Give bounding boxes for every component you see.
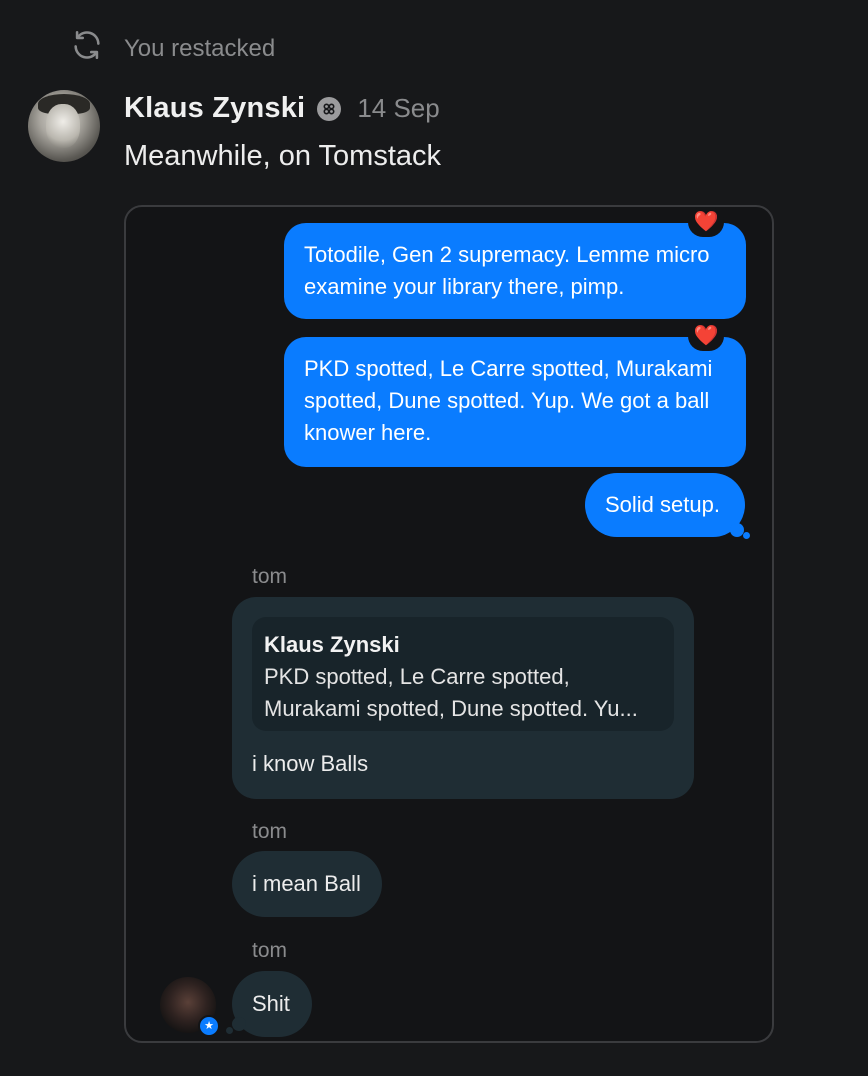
bubble-tail xyxy=(232,1017,246,1031)
chat-screenshot-card[interactable]: Totodile, Gen 2 supremacy. Lemme micro e… xyxy=(124,205,774,1043)
post-date: 14 Sep xyxy=(357,93,440,123)
outgoing-message: PKD spotted, Le Carre spotted, Murakami … xyxy=(284,337,746,467)
heart-icon: ❤️ xyxy=(693,211,719,233)
sender-name: tom xyxy=(252,820,288,843)
restack-indicator: You restacked xyxy=(70,28,275,69)
quote-text-line: Murakami spotted, Dune spotted. Yu... xyxy=(264,696,638,721)
bubble-tail xyxy=(226,1027,233,1034)
author-avatar[interactable] xyxy=(28,90,100,162)
verified-badge-icon xyxy=(317,96,342,121)
post-text: Meanwhile, on Tomstack xyxy=(124,140,442,172)
heart-icon: ❤️ xyxy=(693,325,719,347)
incoming-message: Klaus Zynski PKD spotted, Le Carre spott… xyxy=(232,597,694,799)
post-header: Klaus Zynski 14 Sep xyxy=(124,92,440,125)
sender-name: tom xyxy=(252,939,288,962)
outgoing-message: Totodile, Gen 2 supremacy. Lemme micro e… xyxy=(284,223,746,319)
bubble-tail xyxy=(743,532,750,539)
heart-reaction: ❤️ xyxy=(688,321,724,351)
quote-author: Klaus Zynski xyxy=(264,632,400,657)
message-text: i know Balls xyxy=(252,751,369,776)
author-name[interactable]: Klaus Zynski xyxy=(124,92,305,125)
quoted-reply: Klaus Zynski PKD spotted, Le Carre spott… xyxy=(252,617,674,731)
restack-label: You restacked xyxy=(124,34,276,62)
incoming-message: i mean Ball xyxy=(232,851,382,917)
outgoing-message: Solid setup. xyxy=(585,473,745,537)
quote-text-line: PKD spotted, Le Carre spotted, xyxy=(264,664,570,689)
heart-reaction: ❤️ xyxy=(688,207,724,237)
restack-icon xyxy=(70,28,104,69)
bubble-tail xyxy=(730,523,744,537)
star-badge-icon: ★ xyxy=(198,1015,220,1037)
sender-name: tom xyxy=(252,565,288,588)
